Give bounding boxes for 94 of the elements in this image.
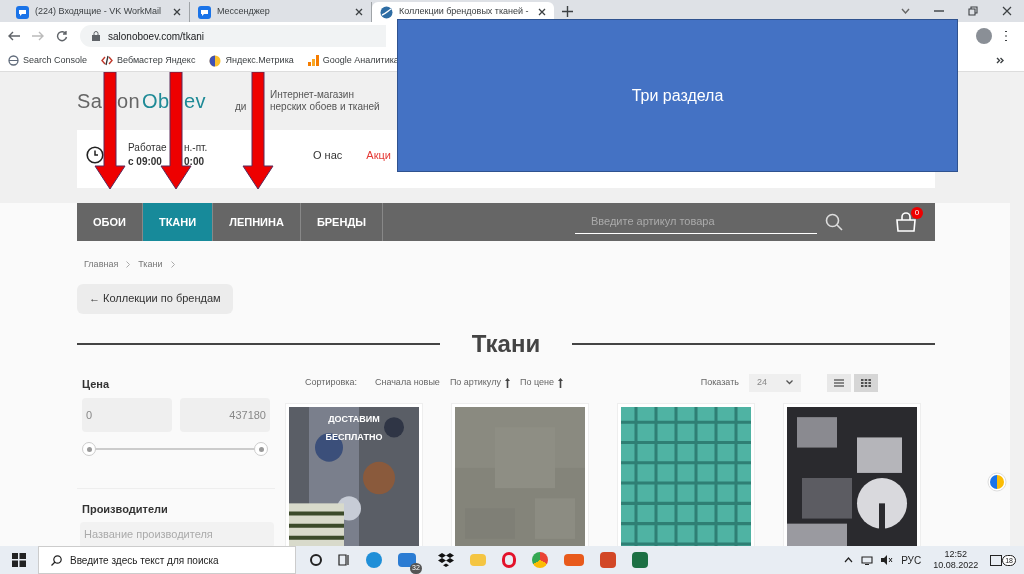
tagline-text: Интернет-магазин [270, 88, 355, 101]
back-button[interactable]: ← Коллекции по брендам [77, 283, 233, 314]
clock-time: 12:52 [944, 548, 967, 560]
filter-title: Производители [82, 502, 169, 517]
new-tab-icon[interactable] [562, 6, 573, 17]
globe-icon [8, 55, 19, 66]
filter-title: Цена [82, 376, 111, 392]
close-icon[interactable] [538, 8, 546, 16]
language-indicator[interactable]: РУС [901, 552, 922, 568]
chevron-right-icon [170, 261, 175, 269]
lock-icon [92, 31, 100, 41]
url-text: salonoboev.com/tkani [108, 29, 204, 44]
cart-count-badge: 0 [911, 207, 923, 219]
price-min-field[interactable]: 0 [82, 398, 172, 432]
close-icon[interactable] [173, 8, 181, 16]
hours-text: 0:00 [184, 155, 204, 169]
search-placeholder: Введите здесь текст для поиска [70, 553, 219, 568]
logo-text[interactable]: Sa [77, 86, 104, 116]
bookmark[interactable]: Search Console [8, 53, 88, 68]
page-heading: Ткани [471, 328, 541, 359]
bookmark[interactable]: Яндекс.Метрика [209, 53, 294, 68]
chat-icon [198, 5, 211, 19]
hours-text: Работае [128, 141, 168, 155]
logo-text[interactable]: on [117, 86, 142, 116]
chevron-down-icon[interactable] [901, 8, 910, 14]
grid-icon [861, 378, 871, 387]
search-icon[interactable] [825, 213, 843, 231]
menu-icon[interactable] [1004, 30, 1008, 42]
pie-icon [209, 54, 222, 67]
close-icon[interactable] [1002, 6, 1012, 16]
volume-icon[interactable] [881, 555, 894, 565]
product-card[interactable]: ДОСТАВИМ БЕСПЛАТНО [285, 402, 423, 546]
price-max-field[interactable]: 437180 [180, 398, 270, 432]
list-icon [834, 378, 844, 387]
reload-icon[interactable] [56, 30, 68, 42]
logo-text[interactable]: Ob [142, 86, 171, 116]
cortana-icon[interactable] [310, 554, 322, 566]
slider-thumb[interactable] [254, 442, 268, 456]
tab-title: (224) Входящие - VK WorkMail [35, 5, 163, 19]
back-icon[interactable] [8, 31, 20, 41]
logo-text[interactable]: ev [184, 86, 214, 116]
price-slider-track[interactable] [82, 442, 268, 456]
bookmark[interactable]: Вебмастер Яндекс [101, 53, 196, 68]
nav-link[interactable]: Акци [366, 146, 391, 164]
callout-text: Три раздела [631, 85, 724, 106]
clock-date: 10.08.2022 [933, 560, 979, 572]
slider-thumb[interactable] [82, 442, 96, 456]
globe-icon [380, 5, 393, 19]
browser-tab[interactable]: Мессенджер [190, 2, 372, 22]
bookmark[interactable]: Google Аналитика [307, 53, 399, 68]
hours-text: н.-пт. [184, 141, 208, 155]
chevron-down-icon [786, 380, 793, 385]
tagline-text: ди [235, 101, 248, 114]
restore-icon[interactable] [968, 6, 978, 16]
chrome-icon[interactable] [532, 552, 548, 568]
sort-option[interactable]: По цене [519, 375, 563, 390]
windows-icon[interactable] [12, 553, 26, 567]
hours-text: с 09:00 [128, 155, 163, 169]
nav-link[interactable]: О нас [313, 146, 343, 164]
more-bookmarks-icon[interactable] [996, 57, 1004, 64]
task-view-icon[interactable] [338, 554, 350, 566]
bar-chart-icon [307, 55, 319, 66]
bag-icon[interactable] [895, 212, 917, 232]
list-view-button[interactable] [827, 373, 851, 392]
assistant-icon[interactable] [987, 472, 1007, 492]
show-label: Показать [700, 375, 739, 389]
tagline-text: нерских обоев и тканей [270, 101, 380, 114]
per-page-select[interactable]: 24 [749, 373, 801, 392]
badge-text: ДОСТАВИМ [328, 412, 380, 426]
address-field[interactable]: salonoboev.com/tkani [80, 25, 386, 47]
avatar-icon[interactable] [976, 28, 992, 44]
browser-tab[interactable]: Коллекции брендовых тканей - [372, 2, 554, 22]
breadcrumb-link[interactable]: Главная [84, 258, 119, 272]
taskbar-search-field[interactable]: Введите здесь текст для поиска [38, 546, 296, 574]
badge-text: БЕСПЛАТНО [325, 430, 383, 444]
breadcrumb-link[interactable]: Ткани [138, 258, 163, 272]
tab-title: Мессенджер [217, 5, 271, 19]
tab-title: Коллекции брендовых тканей - [399, 5, 530, 19]
sort-option[interactable]: Сначала новые [374, 375, 440, 390]
sort-label: Сортировка: [305, 375, 357, 389]
browser-tab[interactable]: (224) Входящие - VK WorkMail [8, 2, 190, 22]
opera-icon[interactable] [502, 552, 516, 568]
clock-icon [86, 146, 104, 164]
notification-icon[interactable] [990, 554, 1003, 566]
code-icon [101, 55, 114, 66]
menu-tab[interactable]: ТКАНИ [142, 203, 214, 241]
search-icon [51, 554, 62, 566]
chevron-right-icon [126, 261, 131, 269]
sort-option[interactable]: По артикулу [449, 375, 510, 390]
chevron-up-icon[interactable] [844, 557, 854, 563]
network-icon[interactable] [861, 555, 874, 565]
close-icon[interactable] [355, 8, 363, 16]
dropbox-icon[interactable] [438, 553, 454, 567]
grid-view-button[interactable] [854, 373, 878, 392]
